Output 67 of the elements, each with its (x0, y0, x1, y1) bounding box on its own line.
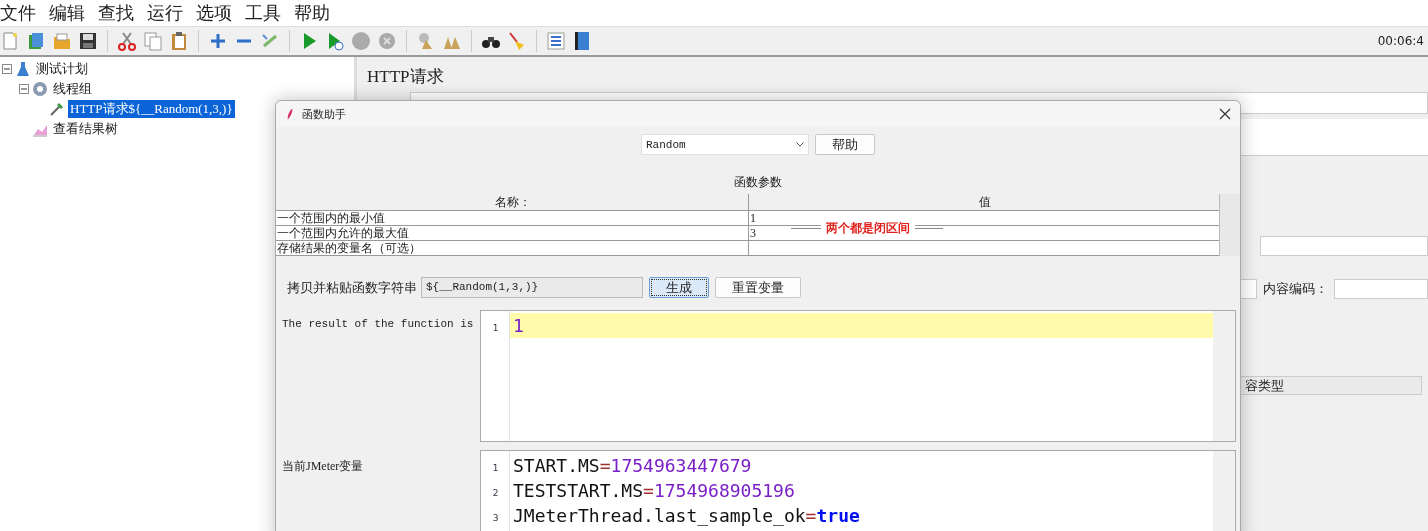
menu-item[interactable]: 查找 (98, 1, 134, 25)
help-button[interactable]: 帮助 (815, 134, 875, 155)
menu-item[interactable]: 帮助 (294, 1, 330, 25)
table-cell: 一个范围内允许的最大值 (276, 226, 749, 240)
new-file-icon[interactable] (0, 31, 20, 51)
line-number: 3 (491, 511, 500, 523)
gear-icon (32, 81, 48, 97)
function-select[interactable]: Random (641, 134, 809, 155)
menu-item[interactable]: 工具 (245, 1, 281, 25)
result-editor[interactable]: 1 1 (480, 310, 1236, 442)
pipette-icon (49, 101, 65, 117)
tree-item[interactable]: HTTP请求${__Random(1,3,)} (68, 100, 235, 118)
table-cell: 1 (750, 211, 756, 225)
save-icon[interactable] (78, 31, 98, 51)
cut-icon[interactable] (117, 31, 137, 51)
function-string-field[interactable]: ${__Random(1,3,)} (421, 277, 643, 298)
table-cell: 存储结果的变量名（可选） (276, 241, 749, 255)
close-icon[interactable] (1219, 108, 1231, 120)
list-icon[interactable] (546, 31, 566, 51)
flask-icon (15, 61, 31, 77)
clipboard-icon[interactable] (169, 31, 189, 51)
stop-icon[interactable] (351, 31, 371, 51)
dialog-title: 函数助手 (302, 106, 346, 122)
tree-item[interactable]: 测试计划 (34, 60, 90, 78)
leader-line (791, 227, 821, 229)
result-label: The result of the function is (282, 317, 475, 332)
annotation: 两个都是闭区间 (821, 220, 915, 236)
table-cell: 一个范围内的最小值 (276, 211, 749, 225)
code-line: 1 (512, 315, 524, 336)
encoding-field[interactable] (1334, 279, 1428, 299)
input-field[interactable] (1260, 236, 1428, 256)
line-number: 1 (491, 461, 500, 473)
plus-icon[interactable] (208, 31, 228, 51)
feather-icon (286, 107, 294, 121)
code-line: TESTSTART.MS=1754968905196 (512, 480, 795, 501)
broom-icon[interactable] (507, 31, 527, 51)
line-number: 2 (491, 486, 500, 498)
variables-editor[interactable]: 1 START.MS=1754963447679 2 TESTSTART.MS=1754968905196 3 JMeterThread.last_sample_ok=true (480, 450, 1236, 531)
copy-label: 拷贝并粘贴函数字符串 (287, 278, 417, 297)
folder-icon[interactable] (52, 31, 72, 51)
menu-item[interactable]: 文件 (0, 1, 36, 25)
column-header: 名称： (276, 194, 749, 210)
menu-item[interactable]: 选项 (196, 1, 232, 25)
close-circle-icon[interactable] (377, 31, 397, 51)
encoding-label: 内容编码： (1263, 280, 1328, 298)
table-cell: 3 (750, 226, 756, 240)
copy-icon[interactable] (143, 31, 163, 51)
generate-button[interactable]: 生成 (649, 277, 709, 298)
menu-item[interactable]: 运行 (147, 1, 183, 25)
book-icon[interactable] (26, 31, 46, 51)
elapsed-time: 00:06:4 (1377, 34, 1425, 48)
tree-item[interactable]: 线程组 (51, 80, 94, 98)
menu-item[interactable]: 编辑 (49, 1, 85, 25)
collapse-icon[interactable] (2, 64, 12, 74)
code-line: JMeterThread.last_sample_ok=true (512, 505, 860, 526)
column-header: 值 (977, 194, 992, 210)
leader-line (915, 227, 943, 229)
section-title: 函数参数 (733, 174, 783, 188)
code-line: START.MS=1754963447679 (512, 455, 752, 476)
variables-label: 当前JMeter变量 (282, 458, 365, 475)
column-header: 容类型 (1240, 375, 1422, 395)
reset-button[interactable]: 重置变量 (715, 277, 801, 298)
help-icon[interactable] (572, 31, 592, 51)
tree-item[interactable]: 查看结果树 (51, 120, 120, 138)
panel-title: HTTP请求 (366, 66, 445, 88)
caret-icon (796, 142, 804, 147)
collapse-icon[interactable] (19, 84, 29, 94)
